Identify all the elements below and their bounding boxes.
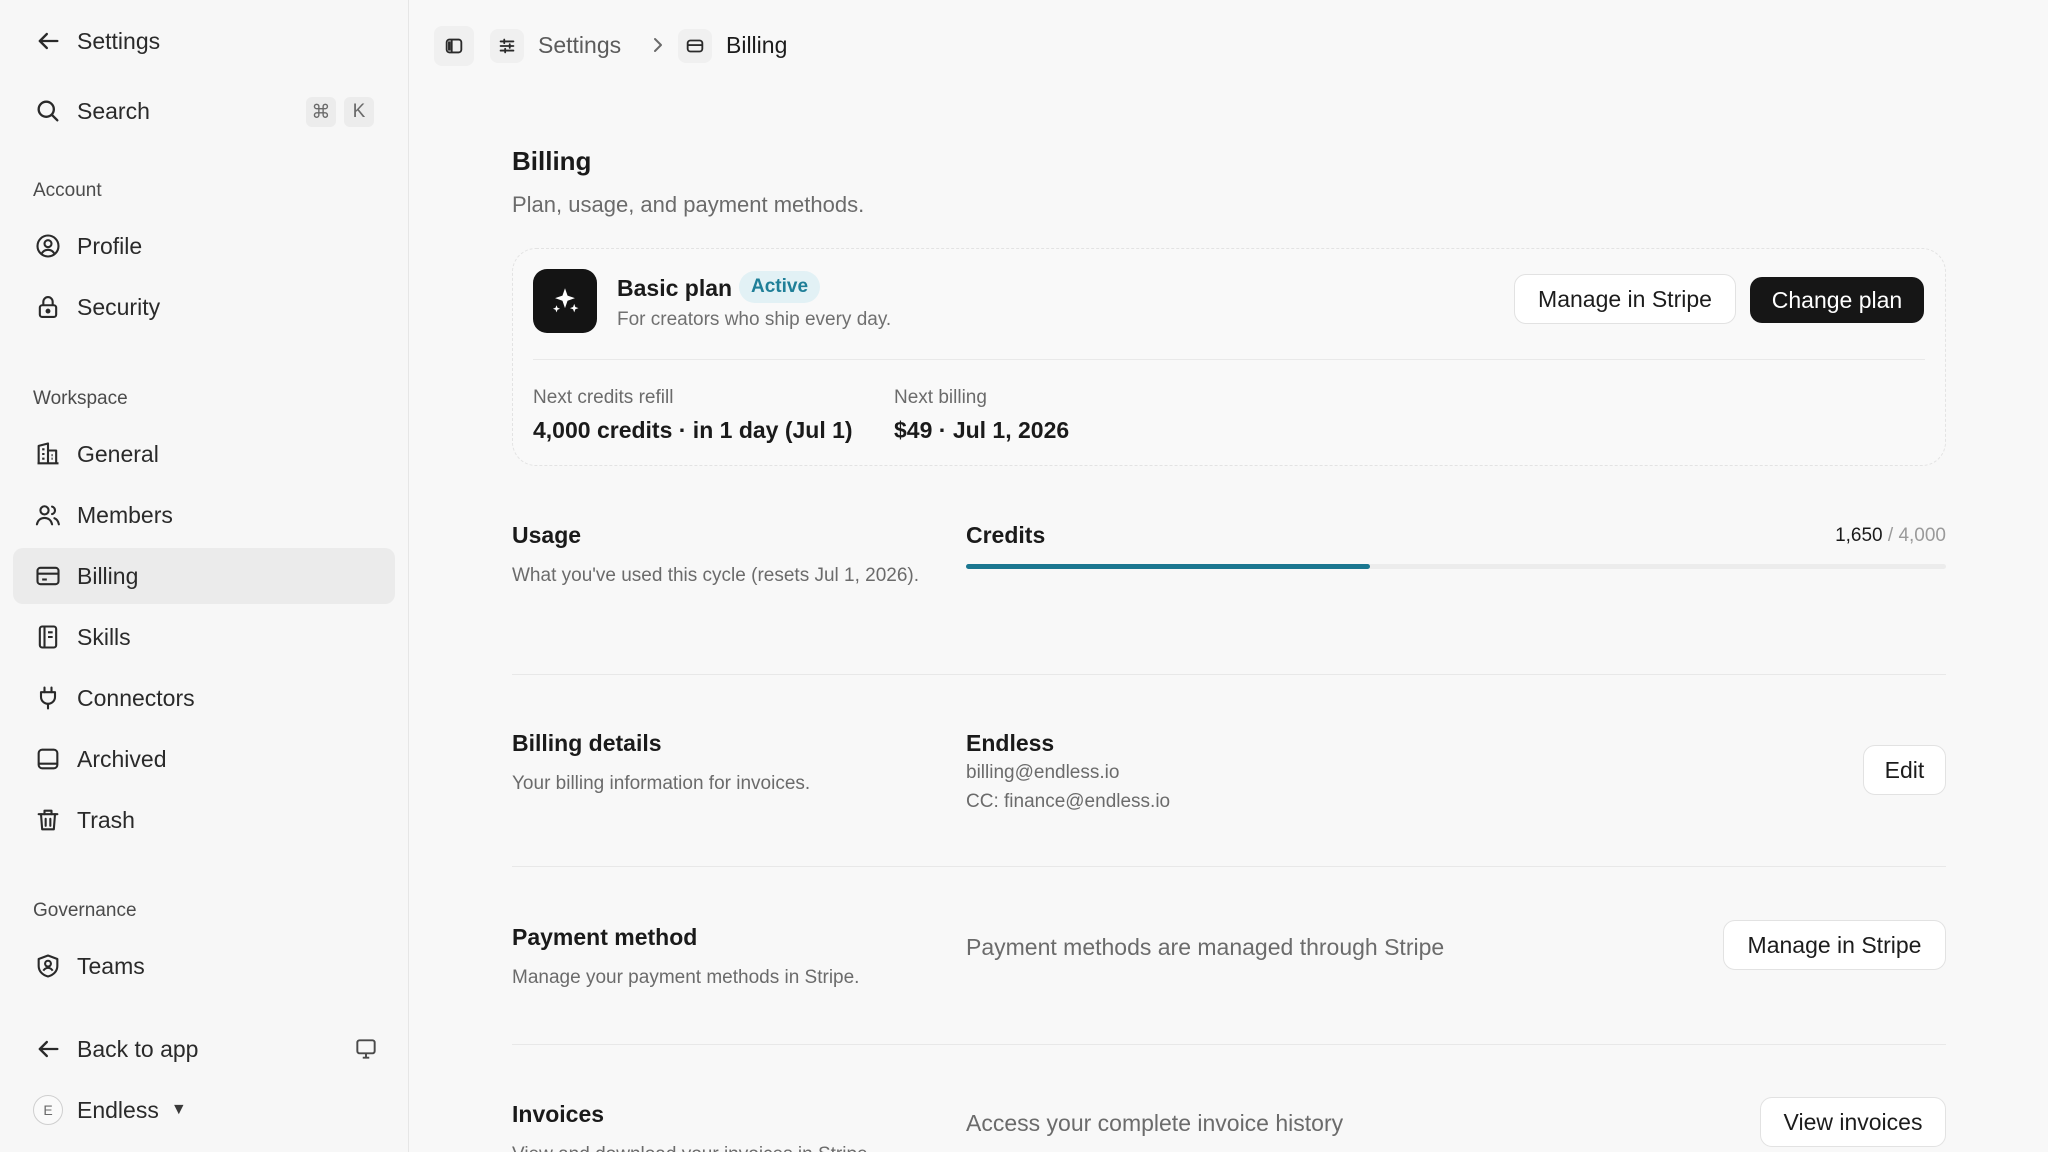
invoices-description: View and download your invoices in Strip… [512,1139,1112,1152]
plan-description: For creators who ship every day. [617,309,892,330]
sidebar-item-label: Security [77,293,161,320]
invoices-info: Access your complete invoice history [966,1110,1344,1136]
sidebar-group-governance: Governance [33,900,137,921]
building-icon [33,439,63,469]
credits-separator: / [1887,525,1894,546]
sidebar-item-billing[interactable]: Billing [13,548,395,604]
sparkles-icon [533,269,597,333]
usage-description: What you've used this cycle (resets Jul … [512,565,920,586]
search-icon [33,96,63,126]
lock-icon [33,292,63,322]
settings-app: Settings Search ⌘ K Account Profile Secu… [0,0,2048,1152]
caret-down-icon: ▼ [170,1101,187,1118]
billing-company-name: Endless [966,730,1055,756]
book-icon [33,622,63,652]
sidebar-item-label: Teams [77,952,145,979]
usage-title: Usage [512,522,582,548]
back-to-app-link[interactable]: Back to app [13,1021,395,1077]
monitor-icon[interactable] [353,1036,379,1062]
payment-method-description: Manage your payment methods in Stripe. [512,967,860,988]
sidebar-item-teams[interactable]: Teams [13,938,395,994]
credits-used: 1,650 [1835,525,1883,546]
credits-count: 1,650 / 4,000 [1835,525,1946,547]
toggle-sidebar-button[interactable] [434,26,474,66]
page-title: Billing [512,146,592,176]
sidebar-item-label: General [77,440,159,467]
sidebar-item-label: Trash [77,806,135,833]
sidebar-item-label: Archived [77,745,167,772]
credits-total: 4,000 [1898,525,1946,546]
sidebar-search[interactable]: Search [13,83,395,139]
sidebar-item-archived[interactable]: Archived [13,731,395,787]
status-badge: Active [739,271,821,303]
sidebar-item-label: Members [77,501,173,528]
arrow-left-icon [33,1034,63,1064]
users-icon [33,500,63,530]
billing-details-title: Billing details [512,730,662,756]
billing-page: Billing Plan, usage, and payment methods… [512,0,1946,1152]
plan-name: Basic plan [617,275,733,301]
section-divider [512,674,1946,675]
payment-method-info: Payment methods are managed through Stri… [966,934,1445,960]
arrow-left-icon [33,26,63,56]
user-circle-icon [33,231,63,261]
plan-card: Basic plan Active For creators who ship … [512,248,1946,466]
sidebar-group-account: Account [33,180,102,201]
trash-icon [33,805,63,835]
sidebar-group-workspace: Workspace [33,388,128,409]
credit-card-icon [33,561,63,591]
billing-email: billing@endless.io [966,762,1120,783]
payment-method-title: Payment method [512,924,698,950]
next-refill-value: 4,000 credits · in 1 day (Jul 1) [533,417,853,443]
avatar: E [33,1095,63,1125]
sidebar-toggle-icon [443,35,465,57]
back-to-app-label: Back to app [77,1035,199,1062]
sidebar-item-profile[interactable]: Profile [13,218,395,274]
sidebar-item-label: Skills [77,623,131,650]
sidebar-item-connectors[interactable]: Connectors [13,670,395,726]
billing-details-description: Your billing information for invoices. [512,773,811,794]
sidebar-item-general[interactable]: General [13,426,395,482]
sidebar-item-label: Billing [77,562,139,589]
sidebar-back-settings[interactable]: Settings [13,13,395,69]
credits-progress-bar [966,564,1946,569]
archive-box-icon [33,744,63,774]
sidebar-back-label: Settings [77,27,161,54]
sidebar-search-label: Search [77,97,150,124]
edit-billing-details-button[interactable]: Edit [1863,745,1946,795]
next-billing-value: $49 · Jul 1, 2026 [894,417,1070,443]
invoices-title: Invoices [512,1101,605,1127]
section-divider [512,866,1946,867]
sidebar-item-security[interactable]: Security [13,279,395,335]
page-subtitle: Plan, usage, and payment methods. [512,192,865,217]
next-billing-label: Next billing [894,387,987,408]
view-invoices-button[interactable]: View invoices [1760,1097,1946,1147]
manage-payment-in-stripe-button[interactable]: Manage in Stripe [1723,920,1946,970]
section-divider [512,1044,1946,1045]
shortcut-k-key: K [344,97,374,127]
sidebar: Settings Search ⌘ K Account Profile Secu… [0,0,409,1152]
shield-user-icon [33,951,63,981]
shortcut-cmd-key: ⌘ [306,97,336,127]
card-divider [533,359,1925,360]
workspace-switcher[interactable]: E Endless ▼ [13,1082,395,1138]
workspace-avatar-wrap: E [33,1095,63,1125]
credits-progress-fill [966,564,1371,569]
sidebar-item-members[interactable]: Members [13,487,395,543]
workspace-name: Endless [77,1096,159,1123]
plug-icon [33,683,63,713]
change-plan-button[interactable]: Change plan [1750,277,1924,323]
sidebar-item-label: Profile [77,232,143,259]
sidebar-item-trash[interactable]: Trash [13,792,395,848]
next-refill-label: Next credits refill [533,387,674,408]
credits-label: Credits [966,522,1046,548]
sidebar-item-label: Connectors [77,684,195,711]
manage-in-stripe-button[interactable]: Manage in Stripe [1514,274,1736,324]
sidebar-item-skills[interactable]: Skills [13,609,395,665]
billing-cc-email: CC: finance@endless.io [966,791,1171,812]
